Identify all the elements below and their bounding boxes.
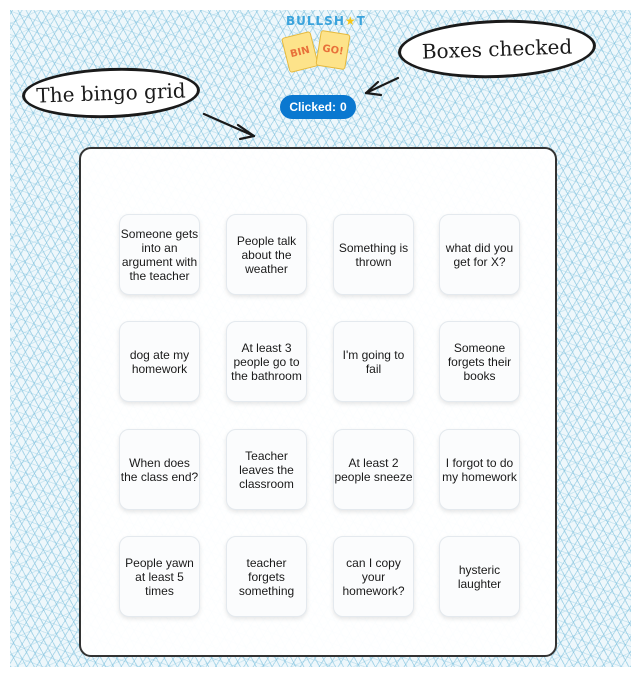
bingo-cell[interactable]: teacher forgets something [226,536,307,617]
bingo-cell[interactable]: At least 3 people go to the bathroom [226,321,307,402]
bingo-board: Someone gets into an argument with the t… [79,147,557,657]
bingo-cell[interactable]: Someone gets into an argument with the t… [119,214,200,295]
bingo-cell[interactable]: Someone forgets their books [439,321,520,402]
bingo-cell[interactable]: can I copy your homework? [333,536,414,617]
bingo-cell[interactable]: Teacher leaves the classroom [226,429,307,510]
bingo-cell[interactable]: People yawn at least 5 times [119,536,200,617]
bingo-cell[interactable]: Something is thrown [333,214,414,295]
bingo-cell[interactable]: At least 2 people sneeze [333,429,414,510]
bingo-cell[interactable]: hysteric laughter [439,536,520,617]
clicked-counter-badge: Clicked: 0 [280,95,356,119]
grid-arrow-icon [202,112,256,138]
boxes-arrow-icon [364,76,400,95]
bingo-cell[interactable]: People talk about the weather [226,214,307,295]
bingo-cell[interactable]: I forgot to do my homework [439,429,520,510]
bingo-cell[interactable]: When does the class end? [119,429,200,510]
clicked-counter-value: 0 [340,100,347,114]
bingo-cell[interactable]: what did you get for X? [439,214,520,295]
bingo-cell[interactable]: I'm going to fail [333,321,414,402]
clicked-counter-label: Clicked: [289,100,336,114]
bingo-cell[interactable]: dog ate my homework [119,321,200,402]
